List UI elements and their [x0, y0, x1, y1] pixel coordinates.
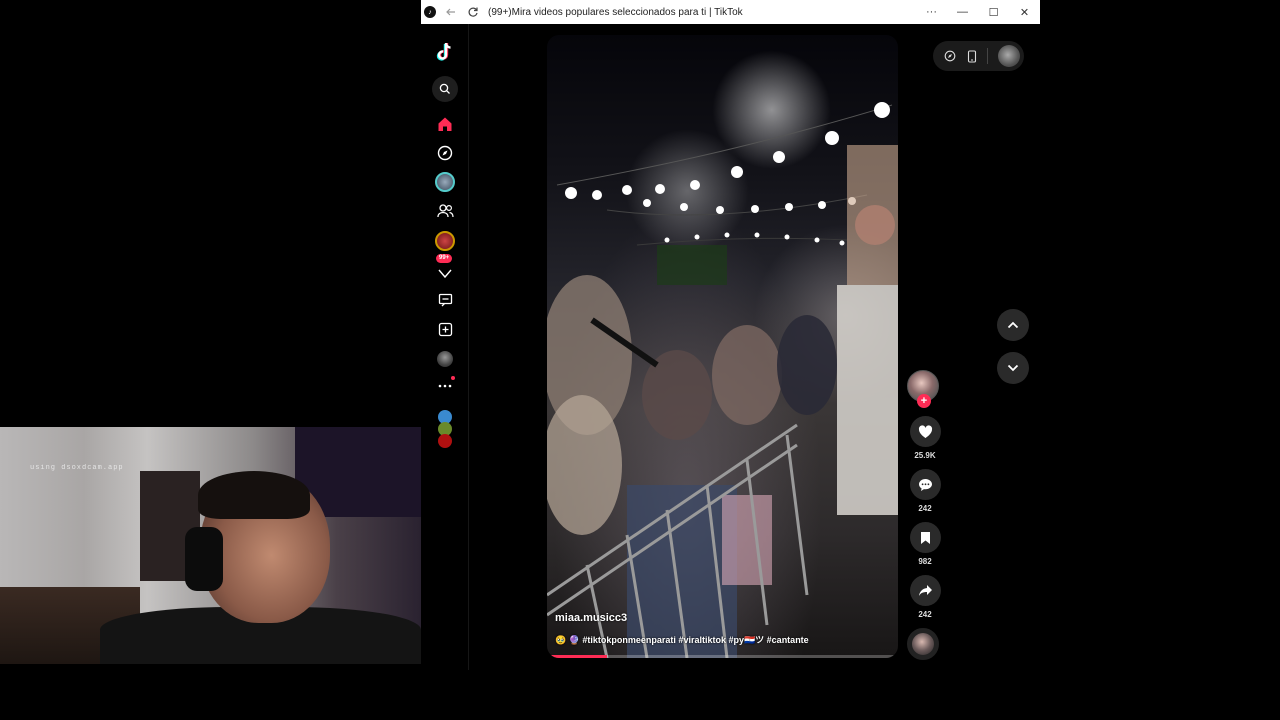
user-avatar[interactable] — [998, 45, 1020, 67]
share-count: 242 — [918, 610, 932, 619]
heart-icon[interactable] — [909, 416, 941, 447]
explore-compass-icon[interactable] — [432, 140, 458, 166]
headset-icon — [185, 527, 223, 591]
video-player[interactable]: miaa.musicc3 🥹 🔮 #tiktokponmeenparati #v… — [547, 35, 898, 658]
tiktok-favicon-icon: ♪ — [424, 6, 436, 18]
sidebar: 99+ — [421, 24, 469, 670]
video-frame-lights — [556, 102, 898, 285]
more-dots-icon[interactable] — [432, 373, 458, 399]
inbox-icon[interactable]: 99+ — [432, 254, 458, 285]
following-icon[interactable] — [432, 198, 458, 224]
search-icon[interactable] — [432, 76, 458, 102]
minimize-button[interactable]: — — [947, 0, 978, 24]
divider — [987, 48, 988, 64]
browser-window: ♪ (99+)Mira videos populares seleccionad… — [421, 0, 1040, 670]
comment-count: 242 — [918, 504, 932, 513]
comment-icon[interactable] — [909, 469, 941, 500]
webcam-watermark: using dsoxdcam.app — [30, 464, 124, 472]
messages-icon[interactable] — [432, 287, 458, 313]
save-count: 982 — [918, 557, 932, 566]
previous-video-button[interactable] — [997, 309, 1029, 341]
following-avatars-stack[interactable] — [432, 409, 458, 449]
reload-icon[interactable] — [462, 0, 484, 24]
window-title: (99+)Mira videos populares seleccionados… — [488, 6, 743, 18]
video-progress-bar[interactable] — [547, 655, 898, 658]
like-action[interactable]: 25.9K — [907, 416, 943, 461]
next-video-button[interactable] — [997, 352, 1029, 384]
save-action[interactable]: 982 — [907, 522, 943, 567]
creator-avatar[interactable]: + — [907, 370, 939, 408]
upload-icon[interactable] — [432, 316, 458, 342]
share-action[interactable]: 242 — [907, 575, 943, 620]
tiktok-logo-icon[interactable] — [432, 39, 458, 65]
back-arrow-icon[interactable] — [440, 0, 462, 24]
video-frame-crowd — [547, 275, 898, 658]
video-username[interactable]: miaa.musicc3 — [555, 612, 627, 624]
live-avatar-icon[interactable] — [432, 169, 458, 195]
close-button[interactable]: ✕ — [1009, 0, 1040, 24]
maximize-button[interactable]: ☐ — [978, 0, 1009, 24]
title-bar: ♪ (99+)Mira videos populares seleccionad… — [421, 0, 1040, 24]
bookmark-icon[interactable] — [909, 522, 941, 553]
home-icon[interactable] — [432, 111, 458, 137]
following-avatar-3 — [438, 434, 452, 448]
action-bar: + 25.9K 242 982 242 — [907, 370, 943, 660]
webcam-person-hair — [198, 471, 310, 519]
webcam-overlay: using dsoxdcam.app — [0, 427, 421, 664]
comment-action[interactable]: 242 — [907, 469, 943, 514]
sound-disc-icon[interactable] — [907, 628, 939, 660]
top-right-controls — [933, 41, 1024, 71]
more-options-button[interactable]: ··· — [916, 0, 947, 24]
like-count: 25.9K — [914, 451, 936, 460]
desktop: ♪ (99+)Mira videos populares seleccionad… — [0, 0, 1280, 720]
follow-plus-button[interactable]: + — [917, 394, 931, 408]
compass-icon[interactable] — [939, 45, 961, 67]
notification-dot — [451, 376, 455, 380]
share-arrow-icon[interactable] — [909, 575, 941, 606]
video-caption[interactable]: 🥹 🔮 #tiktokponmeenparati #viraltiktok #p… — [555, 633, 809, 646]
live-icon[interactable] — [432, 228, 458, 254]
phone-icon[interactable] — [961, 45, 983, 67]
video-progress-fill — [547, 655, 607, 658]
profile-avatar-icon[interactable] — [432, 346, 458, 372]
inbox-badge: 99+ — [436, 254, 453, 263]
